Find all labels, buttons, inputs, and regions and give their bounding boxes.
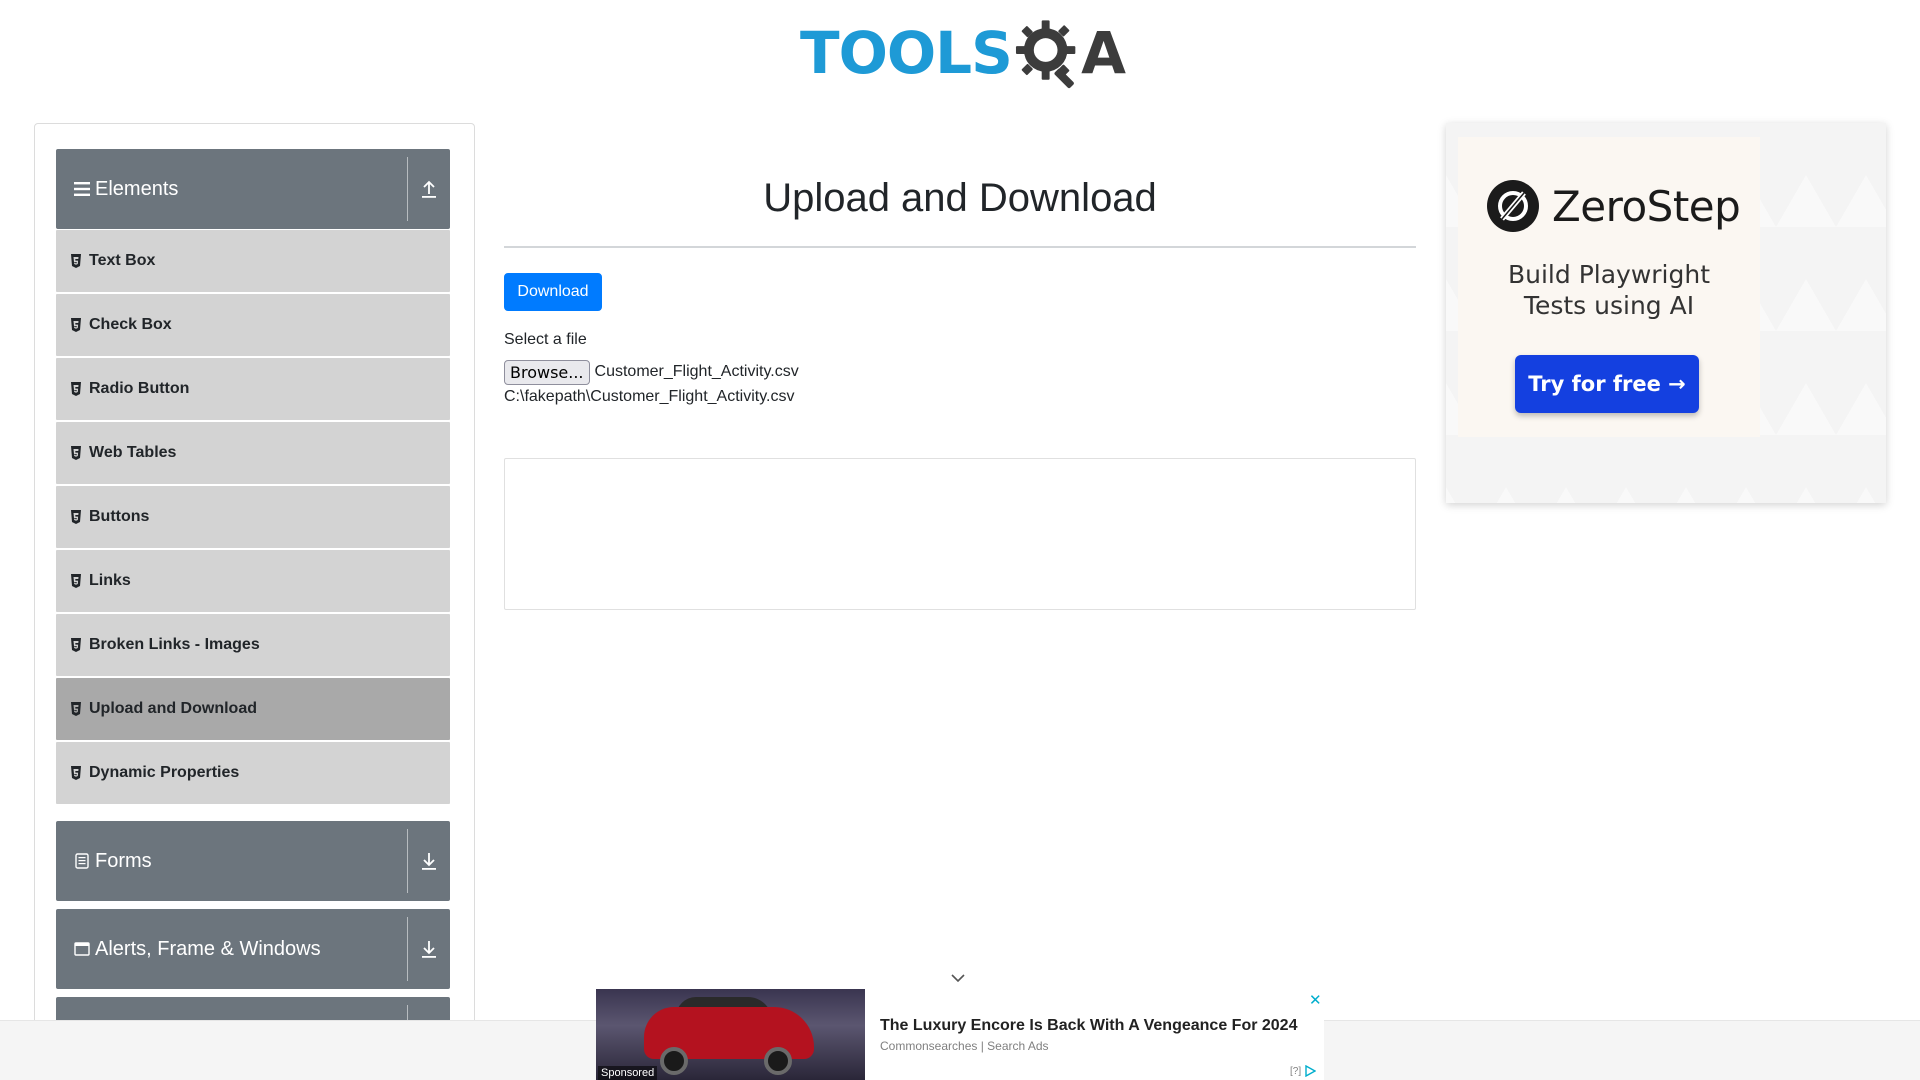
car-wheel — [764, 1047, 792, 1075]
sponsored-label: Sponsored — [598, 1066, 658, 1080]
html5-icon — [71, 702, 81, 716]
header: TOOLS A — [0, 0, 1920, 100]
page-title: Upload and Download — [763, 176, 1157, 220]
html5-icon — [71, 254, 81, 268]
menu-item-label: Upload and Download — [89, 700, 257, 717]
html5-icon — [71, 574, 81, 588]
download-arrow-icon[interactable] — [408, 821, 450, 901]
menu-item-label: Broken Links - Images — [89, 636, 260, 653]
left-sidebar: Elements Text Box Check Box Radio Button… — [34, 123, 475, 1080]
menu-item-check-box[interactable]: Check Box — [56, 294, 450, 356]
menu-item-label: Buttons — [89, 508, 150, 525]
gear-magnifier-icon — [1015, 20, 1076, 89]
zerostep-ad[interactable]: ZeroStep Build Playwright Tests using AI… — [1446, 123, 1886, 503]
ad-choices-label: [?] — [1290, 1065, 1302, 1077]
html5-icon — [71, 510, 81, 524]
group-forms-header[interactable]: Forms — [56, 821, 450, 901]
logo-text-a: A — [1081, 19, 1126, 87]
toolsqa-logo[interactable]: TOOLS A — [800, 14, 1126, 92]
group-divider — [407, 829, 408, 893]
menu-item-buttons[interactable]: Buttons — [56, 486, 450, 548]
group-forms-label: Forms — [95, 849, 152, 872]
ad-card: ZeroStep Build Playwright Tests using AI… — [1458, 137, 1760, 437]
group-divider — [407, 917, 408, 981]
menu-item-radio-button[interactable]: Radio Button — [56, 358, 450, 420]
ad-headline-link[interactable]: The Luxury Encore Is Back With A Vengean… — [880, 1017, 1297, 1035]
menu-item-label: Web Tables — [89, 444, 177, 461]
adchoices-icon — [1305, 1065, 1317, 1077]
menu-item-text-box[interactable]: Text Box — [56, 230, 450, 292]
try-for-free-button[interactable]: Try for free → — [1515, 355, 1699, 413]
chevron-down-icon[interactable] — [950, 972, 966, 984]
group-elements-label: Elements — [95, 177, 179, 200]
menu-item-label: Check Box — [89, 316, 172, 333]
html5-icon — [71, 446, 81, 460]
menu-item-label: Links — [89, 572, 131, 589]
group-elements-header[interactable]: Elements — [56, 149, 450, 229]
ad-tagline-line1: Build Playwright — [1507, 260, 1711, 289]
title-divider — [504, 246, 1416, 248]
page: TOOLS A Elements Text Box Check Box Radi… — [0, 0, 1920, 1080]
content-placeholder-box — [504, 458, 1416, 610]
html5-icon — [71, 382, 81, 396]
ad-tagline-line2: Tests using AI — [1523, 291, 1695, 320]
html5-icon — [71, 766, 81, 780]
download-arrow-icon[interactable] — [408, 909, 450, 989]
menu-item-dynamic-properties[interactable]: Dynamic Properties — [56, 742, 450, 804]
selected-file-name: Customer_Flight_Activity.csv — [594, 363, 799, 380]
ad-choices[interactable]: [?] — [1290, 1065, 1317, 1077]
download-button[interactable]: Download — [504, 273, 602, 311]
close-icon[interactable]: ✕ — [1309, 991, 1322, 1009]
upload-arrow-icon[interactable] — [408, 149, 450, 229]
file-input[interactable]: Browse... Customer_Flight_Activity.csv — [504, 359, 799, 385]
menu-item-upload-download[interactable]: Upload and Download — [56, 678, 450, 740]
group-divider — [407, 157, 408, 221]
select-file-label: Select a file — [504, 331, 587, 348]
group-alerts-label: Alerts, Frame & Windows — [95, 937, 321, 960]
ad-tagline: Build Playwright Tests using AI — [1458, 259, 1760, 321]
menu-item-broken-links[interactable]: Broken Links - Images — [56, 614, 450, 676]
uploaded-file-path: C:\fakepath\Customer_Flight_Activity.csv — [504, 388, 795, 405]
zerostep-brand: ZeroStep — [1486, 179, 1741, 233]
html5-icon — [71, 638, 81, 652]
menu-item-label: Text Box — [89, 252, 156, 269]
elements-menu-list: Text Box Check Box Radio Button Web Tabl… — [56, 230, 450, 806]
menu-item-links[interactable]: Links — [56, 550, 450, 612]
menu-item-label: Dynamic Properties — [89, 764, 240, 781]
main-content: Upload and Download Download Select a fi… — [504, 123, 1416, 610]
bottom-sponsored-ad[interactable]: Sponsored The Luxury Encore Is Back With… — [596, 989, 1324, 1080]
menu-item-label: Radio Button — [89, 380, 190, 397]
ad-source: Commonsearches | Search Ads — [880, 1039, 1049, 1053]
html5-icon — [71, 318, 81, 332]
browse-button[interactable]: Browse... — [504, 359, 590, 385]
logo-text-tools: TOOLS — [800, 19, 1013, 87]
form-icon — [73, 853, 91, 869]
ad-car-image[interactable]: Sponsored — [596, 989, 865, 1080]
window-icon — [73, 942, 91, 956]
car-wheel — [660, 1047, 688, 1075]
menu-item-web-tables[interactable]: Web Tables — [56, 422, 450, 484]
hamburger-icon — [73, 182, 91, 196]
zerostep-name: ZeroStep — [1552, 181, 1741, 231]
group-alerts-header[interactable]: Alerts, Frame & Windows — [56, 909, 450, 989]
zerostep-logo-icon — [1487, 180, 1539, 232]
